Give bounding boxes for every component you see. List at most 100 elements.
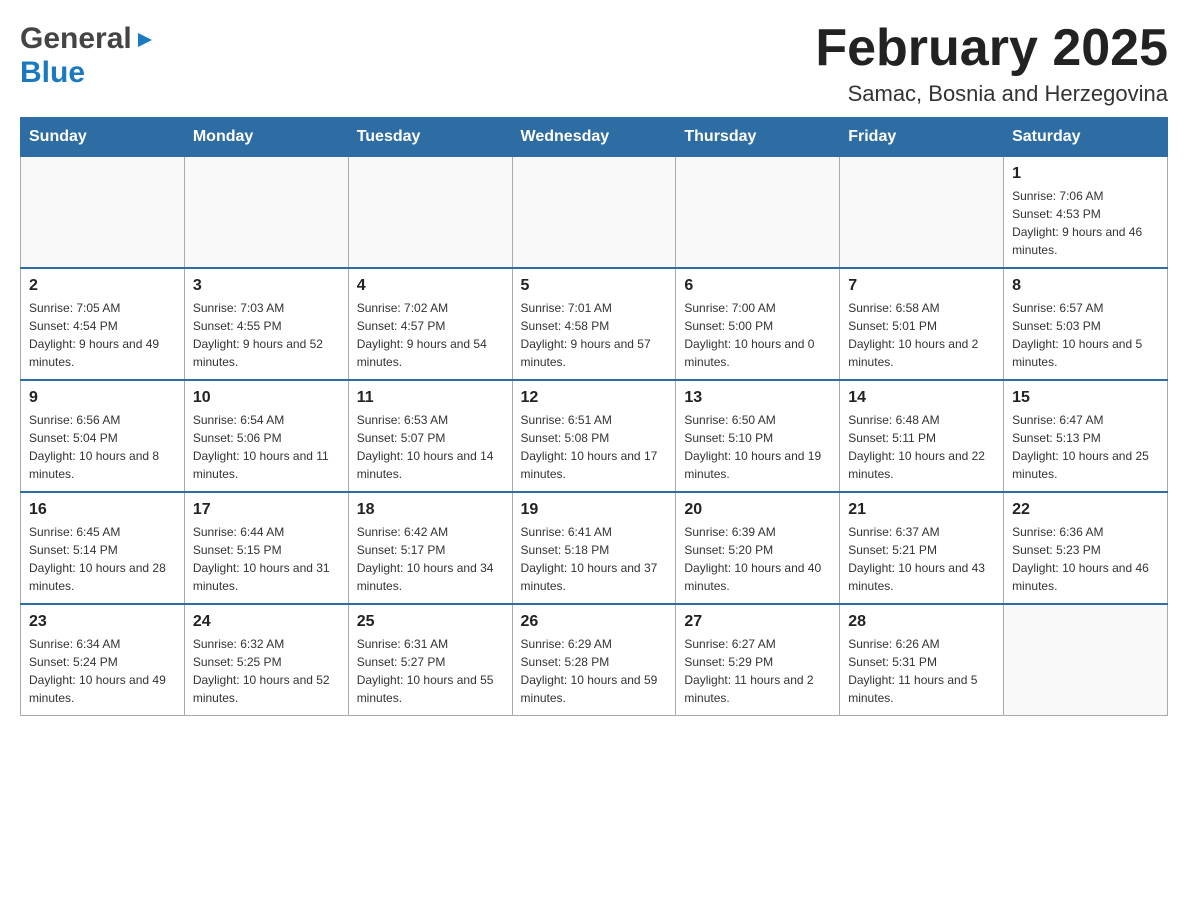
calendar-day-cell — [1004, 604, 1168, 716]
day-number: 7 — [848, 277, 995, 295]
title-area: February 2025 Samac, Bosnia and Herzegov… — [815, 20, 1168, 107]
calendar-week-row: 16 Sunrise: 6:45 AM Sunset: 5:14 PM Dayli… — [21, 492, 1168, 604]
calendar-day-cell: 23 Sunrise: 6:34 AM Sunset: 5:24 PM Dayli… — [21, 604, 185, 716]
day-info: Sunrise: 6:53 AM Sunset: 5:07 PM Dayligh… — [357, 411, 504, 483]
day-number: 5 — [521, 277, 668, 295]
calendar-day-cell: 18 Sunrise: 6:42 AM Sunset: 5:17 PM Dayli… — [348, 492, 512, 604]
day-number: 27 — [684, 613, 831, 631]
calendar-day-cell: 19Sunrise: 6:41 AM Sunset: 5:18 PM Dayli… — [512, 492, 676, 604]
logo-arrow-icon — [134, 29, 156, 51]
calendar-day-cell: 9Sunrise: 6:56 AM Sunset: 5:04 PM Daylig… — [21, 380, 185, 492]
calendar-day-cell: 28Sunrise: 6:26 AM Sunset: 5:31 PM Dayli… — [840, 604, 1004, 716]
calendar-day-cell: 5 Sunrise: 7:01 AM Sunset: 4:58 PM Daylig… — [512, 268, 676, 380]
day-number: 13 — [684, 389, 831, 407]
calendar-week-row: 2 Sunrise: 7:05 AM Sunset: 4:54 PM Daylig… — [21, 268, 1168, 380]
day-number: 1 — [1012, 165, 1159, 183]
calendar-day-cell — [184, 157, 348, 269]
day-number: 19 — [521, 501, 668, 519]
day-info: Sunrise: 6:56 AM Sunset: 5:04 PM Dayligh… — [29, 411, 176, 483]
day-info: Sunrise: 6:36 AM Sunset: 5:23 PM Dayligh… — [1012, 523, 1159, 595]
calendar-day-cell: 6 Sunrise: 7:00 AM Sunset: 5:00 PM Daylig… — [676, 268, 840, 380]
calendar-day-cell — [676, 157, 840, 269]
calendar-day-cell: 24 Sunrise: 6:32 AM Sunset: 5:25 PM Dayli… — [184, 604, 348, 716]
calendar-day-cell: 12Sunrise: 6:51 AM Sunset: 5:08 PM Dayli… — [512, 380, 676, 492]
day-info: Sunrise: 6:58 AM Sunset: 5:01 PM Dayligh… — [848, 299, 995, 371]
calendar-day-cell — [348, 157, 512, 269]
day-info: Sunrise: 6:32 AM Sunset: 5:25 PM Dayligh… — [193, 635, 340, 707]
day-info: Sunrise: 7:01 AM Sunset: 4:58 PM Dayligh… — [521, 299, 668, 371]
calendar-table: Sunday Monday Tuesday Wednesday Thursday… — [20, 117, 1168, 716]
day-info: Sunrise: 6:47 AM Sunset: 5:13 PM Dayligh… — [1012, 411, 1159, 483]
day-number: 4 — [357, 277, 504, 295]
day-info: Sunrise: 6:57 AM Sunset: 5:03 PM Dayligh… — [1012, 299, 1159, 371]
col-thursday: Thursday — [676, 118, 840, 157]
day-number: 17 — [193, 501, 340, 519]
page-header: General Blue February 2025 Samac, Bosnia… — [20, 20, 1168, 107]
day-info: Sunrise: 6:26 AM Sunset: 5:31 PM Dayligh… — [848, 635, 995, 707]
day-number: 15 — [1012, 389, 1159, 407]
col-monday: Monday — [184, 118, 348, 157]
day-info: Sunrise: 6:54 AM Sunset: 5:06 PM Dayligh… — [193, 411, 340, 483]
day-number: 22 — [1012, 501, 1159, 519]
logo-blue-text: Blue — [20, 56, 85, 89]
day-info: Sunrise: 6:37 AM Sunset: 5:21 PM Dayligh… — [848, 523, 995, 595]
day-info: Sunrise: 6:48 AM Sunset: 5:11 PM Dayligh… — [848, 411, 995, 483]
calendar-day-cell: 27 Sunrise: 6:27 AM Sunset: 5:29 PM Dayli… — [676, 604, 840, 716]
day-number: 16 — [29, 501, 176, 519]
day-info: Sunrise: 6:27 AM Sunset: 5:29 PM Dayligh… — [684, 635, 831, 707]
col-saturday: Saturday — [1004, 118, 1168, 157]
calendar-day-cell: 14 Sunrise: 6:48 AM Sunset: 5:11 PM Dayli… — [840, 380, 1004, 492]
day-info: Sunrise: 7:00 AM Sunset: 5:00 PM Dayligh… — [684, 299, 831, 371]
day-info: Sunrise: 6:45 AM Sunset: 5:14 PM Dayligh… — [29, 523, 176, 595]
day-number: 20 — [684, 501, 831, 519]
day-number: 18 — [357, 501, 504, 519]
day-info: Sunrise: 6:31 AM Sunset: 5:27 PM Dayligh… — [357, 635, 504, 707]
calendar-day-cell — [21, 157, 185, 269]
calendar-day-cell — [840, 157, 1004, 269]
calendar-day-cell: 17 Sunrise: 6:44 AM Sunset: 5:15 PM Dayli… — [184, 492, 348, 604]
day-number: 21 — [848, 501, 995, 519]
col-tuesday: Tuesday — [348, 118, 512, 157]
calendar-day-cell — [512, 157, 676, 269]
day-number: 25 — [357, 613, 504, 631]
day-info: Sunrise: 7:03 AM Sunset: 4:55 PM Dayligh… — [193, 299, 340, 371]
logo-line2: Blue — [20, 56, 156, 90]
calendar-day-cell: 16 Sunrise: 6:45 AM Sunset: 5:14 PM Dayli… — [21, 492, 185, 604]
day-number: 24 — [193, 613, 340, 631]
col-friday: Friday — [840, 118, 1004, 157]
day-number: 11 — [357, 389, 504, 407]
day-number: 26 — [521, 613, 668, 631]
calendar-day-cell: 8 Sunrise: 6:57 AM Sunset: 5:03 PM Daylig… — [1004, 268, 1168, 380]
day-number: 23 — [29, 613, 176, 631]
day-info: Sunrise: 6:50 AM Sunset: 5:10 PM Dayligh… — [684, 411, 831, 483]
calendar-header-row: Sunday Monday Tuesday Wednesday Thursday… — [21, 118, 1168, 157]
calendar-day-cell: 10Sunrise: 6:54 AM Sunset: 5:06 PM Dayli… — [184, 380, 348, 492]
day-info: Sunrise: 6:29 AM Sunset: 5:28 PM Dayligh… — [521, 635, 668, 707]
calendar-week-row: 23 Sunrise: 6:34 AM Sunset: 5:24 PM Dayli… — [21, 604, 1168, 716]
calendar-day-cell: 3 Sunrise: 7:03 AM Sunset: 4:55 PM Daylig… — [184, 268, 348, 380]
calendar-day-cell: 25 Sunrise: 6:31 AM Sunset: 5:27 PM Dayli… — [348, 604, 512, 716]
day-number: 8 — [1012, 277, 1159, 295]
day-number: 12 — [521, 389, 668, 407]
day-number: 3 — [193, 277, 340, 295]
day-number: 6 — [684, 277, 831, 295]
calendar-day-cell: 7 Sunrise: 6:58 AM Sunset: 5:01 PM Daylig… — [840, 268, 1004, 380]
calendar-day-cell: 1Sunrise: 7:06 AM Sunset: 4:53 PM Daylig… — [1004, 157, 1168, 269]
calendar-week-row: 1Sunrise: 7:06 AM Sunset: 4:53 PM Daylig… — [21, 157, 1168, 269]
day-info: Sunrise: 6:34 AM Sunset: 5:24 PM Dayligh… — [29, 635, 176, 707]
day-number: 14 — [848, 389, 995, 407]
calendar-week-row: 9Sunrise: 6:56 AM Sunset: 5:04 PM Daylig… — [21, 380, 1168, 492]
calendar-day-cell: 13 Sunrise: 6:50 AM Sunset: 5:10 PM Dayli… — [676, 380, 840, 492]
calendar-day-cell: 20 Sunrise: 6:39 AM Sunset: 5:20 PM Dayli… — [676, 492, 840, 604]
day-number: 2 — [29, 277, 176, 295]
day-info: Sunrise: 6:42 AM Sunset: 5:17 PM Dayligh… — [357, 523, 504, 595]
logo-line1: General — [20, 22, 156, 56]
location-subtitle: Samac, Bosnia and Herzegovina — [815, 81, 1168, 107]
calendar-day-cell: 26 Sunrise: 6:29 AM Sunset: 5:28 PM Dayli… — [512, 604, 676, 716]
day-info: Sunrise: 7:05 AM Sunset: 4:54 PM Dayligh… — [29, 299, 176, 371]
calendar-day-cell: 15 Sunrise: 6:47 AM Sunset: 5:13 PM Dayli… — [1004, 380, 1168, 492]
calendar-day-cell: 2 Sunrise: 7:05 AM Sunset: 4:54 PM Daylig… — [21, 268, 185, 380]
col-sunday: Sunday — [21, 118, 185, 157]
day-info: Sunrise: 6:39 AM Sunset: 5:20 PM Dayligh… — [684, 523, 831, 595]
day-info: Sunrise: 6:44 AM Sunset: 5:15 PM Dayligh… — [193, 523, 340, 595]
